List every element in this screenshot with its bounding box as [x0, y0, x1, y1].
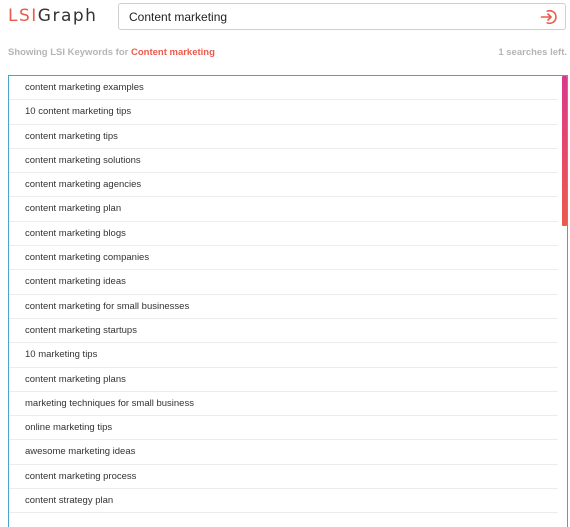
keyword-item[interactable]: content strategy plan [9, 489, 558, 514]
lsigraph-logo[interactable]: LSIGraph [8, 6, 97, 26]
keyword-item[interactable]: marketing techniques for small business [9, 392, 558, 417]
keyword-item[interactable]: content marketing examples [9, 76, 558, 101]
keyword-item[interactable]: content marketing for small businesses [9, 295, 558, 319]
keyword-results-panel: content marketing examples 10 content mar… [8, 75, 568, 527]
search-input[interactable] [119, 4, 519, 29]
keyword-item[interactable]: awesome marketing ideas [9, 440, 558, 465]
keyword-item[interactable]: content marketing startups [9, 319, 558, 344]
keyword-item[interactable]: content marketing solutions [9, 149, 558, 174]
keyword-item[interactable]: content marketing plan [9, 197, 558, 222]
keyword-item[interactable]: content marketing ideas [9, 270, 558, 295]
login-arrow-icon[interactable] [540, 8, 558, 26]
keyword-item[interactable]: online marketing tips [9, 416, 558, 441]
keyword-item[interactable]: content marketing blogs [9, 222, 558, 247]
keyword-list: content marketing examples 10 content mar… [9, 76, 558, 527]
keyword-item[interactable]: content marketing agencies [9, 173, 558, 198]
keyword-item[interactable]: 10 marketing tips [9, 343, 558, 368]
showing-prefix: Showing LSI Keywords for [8, 47, 129, 58]
searches-left-counter: 1 searches left. [498, 47, 567, 58]
logo-lsi-text: LSI [8, 6, 38, 26]
keyword-item[interactable]: content marketing plans [9, 368, 558, 392]
keyword-item[interactable]: 10 content marketing tips [9, 100, 558, 125]
keyword-item[interactable]: content marketing companies [9, 246, 558, 271]
results-heading: Showing LSI Keywords for Content marketi… [8, 47, 215, 58]
keyword-item[interactable]: content marketing tips [9, 125, 558, 149]
logo-graph-text: Graph [37, 6, 98, 26]
scrollbar-thumb[interactable] [562, 76, 567, 226]
keyword-item-partial[interactable] [9, 513, 558, 527]
searched-keyword: Content marketing [130, 47, 215, 58]
keyword-item[interactable]: content marketing process [9, 465, 558, 490]
search-box [118, 3, 566, 30]
